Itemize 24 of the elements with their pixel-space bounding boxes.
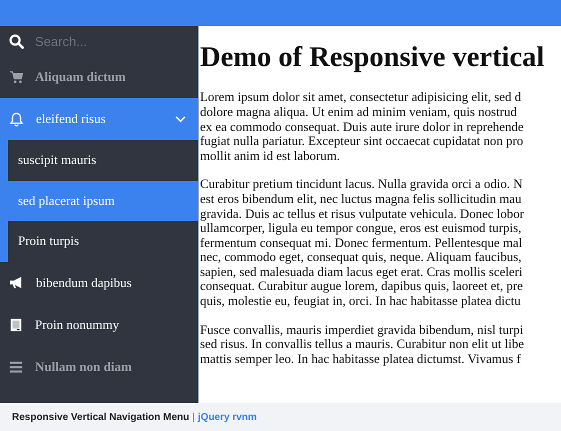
menu-item[interactable]: eleifend risus — [0, 98, 198, 140]
submenu-item[interactable]: Proin turpis — [8, 221, 198, 262]
submenu-item[interactable]: suscipit mauris — [8, 140, 198, 180]
document-icon — [9, 316, 23, 332]
menu-icon — [9, 360, 23, 374]
footer-link[interactable]: jQuery rvnm — [198, 412, 257, 422]
page-heading: Demo of Responsive vertical — [200, 42, 546, 74]
cart-icon — [9, 70, 23, 84]
menu-item-label: Proin nonummy — [35, 316, 120, 332]
menu-item-label: Nullam non diam — [35, 358, 133, 374]
bell-icon — [9, 112, 24, 126]
footer-separator: | — [192, 412, 195, 422]
menu-item[interactable]: bibendum dapibus — [0, 262, 198, 304]
megaphone-icon — [9, 275, 24, 290]
menu-item-label: eleifend risus — [36, 111, 107, 127]
menu-item-label: Aliquam dictum — [35, 69, 127, 85]
paragraph: Lorem ipsum dolor sit amet, consectetur adipisicing elit, sed d dolore magna aliqua. Ut enim ad minim veniam, quis nostrud ex ea commodo consequat. Duis aute irure dolor in reprehende fugiat nulla pariatur. Excepteur sint occaecat cupidatat non pro mollit anim id est laborum. — [200, 90, 525, 164]
paragraph: Curabitur pretium tincidunt lacus. Nulla gravida orci a odio. N est eros bibendum elit, nec luctus magna felis sollicitudin mau gravida. Duis ac tellus et risus vulputate vehicula. Donec lobor ullamcorper, ligula eu tempor congue, eros est euismod turpis, fermentum consequat mi. Donec fermentum. Pellentesque mal nec, commodo eget, consequat quis, neque. Aliquam faucibus, sapien, sed malesuada diam lacus eget erat. Cras mollis sceleri consequat. Curabitur augue lorem, dapibus quis, laoreet et, pre quis, molestie eu, feugiat in, orci. In hac habitasse platea dictu — [200, 177, 525, 309]
search-icon — [9, 34, 24, 48]
search-field[interactable]: Search... — [35, 34, 175, 48]
menu-item[interactable]: Proin nonummy — [0, 304, 198, 346]
footer-caption: Responsive Vertical Navigation Menu — [12, 412, 190, 422]
paragraph: Fusce convallis, mauris imperdiet gravida bibendum, nisl turpi sed risus. In convallis tellus a mauris. Curabitur non elit ut libe mattis semper leo. In hac habitasse platea dictumst. Vivamus f — [200, 322, 526, 366]
menu-item-label: bibendum dapibus — [36, 274, 133, 290]
